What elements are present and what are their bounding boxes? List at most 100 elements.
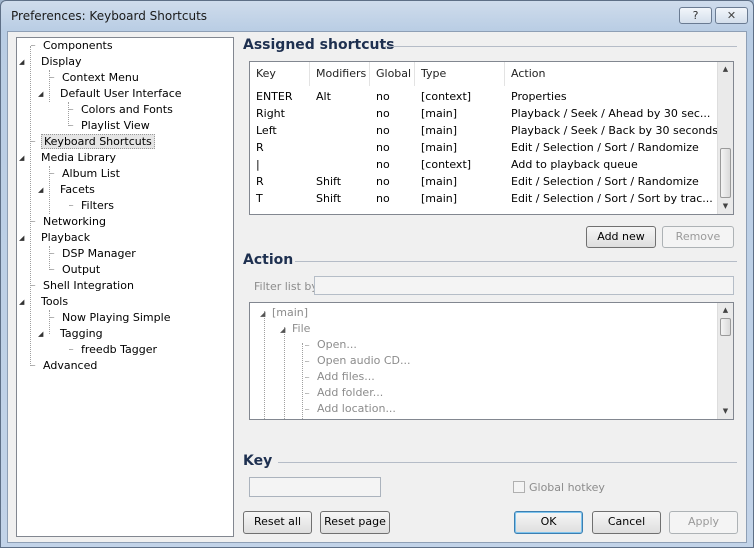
tree-item-playback[interactable]: ◢ Playback xyxy=(19,230,92,246)
tree-item-label: Album List xyxy=(62,167,120,180)
reset-all-button[interactable]: Reset all xyxy=(243,511,312,534)
cell-action: Edit / Selection / Sort / Sort by trac..… xyxy=(511,192,713,205)
table-row[interactable]: ENTER Alt no [context] Properties xyxy=(250,88,718,105)
key-heading: Key xyxy=(243,453,273,469)
tree-item-tools[interactable]: ◢ Tools xyxy=(19,294,70,310)
assigned-shortcuts-heading: Assigned shortcuts xyxy=(243,37,395,53)
scroll-up-arrow-icon[interactable]: ▲ xyxy=(718,303,733,317)
key-input[interactable] xyxy=(249,477,381,497)
tree-item-tagging[interactable]: ◢ Tagging xyxy=(38,326,105,342)
cancel-button[interactable]: Cancel xyxy=(592,511,661,534)
tree-item-keyboard-shortcuts[interactable]: ┈ Keyboard Shortcuts xyxy=(31,134,155,150)
action-heading: Action xyxy=(243,252,294,268)
tree-item-media-library[interactable]: ◢ Media Library xyxy=(19,150,118,166)
action-item-open-audio-cd[interactable]: ┈ Open audio CD... xyxy=(305,353,411,369)
tree-item-playlist-view[interactable]: ┈ Playlist View xyxy=(69,118,152,134)
section-divider xyxy=(385,46,737,47)
cell-action: Playback / Seek / Back by 30 seconds xyxy=(511,124,718,137)
reset-page-button[interactable]: Reset page xyxy=(320,511,390,534)
collapse-arrow-icon[interactable]: ◢ xyxy=(38,86,48,102)
tree-item-context-menu[interactable]: ┈ Context Menu xyxy=(50,70,141,86)
add-new-button[interactable]: Add new xyxy=(586,226,656,248)
tree-item-display[interactable]: ◢ Display xyxy=(19,54,84,70)
action-item-open[interactable]: ┈ Open... xyxy=(305,337,357,353)
tree-item-facets[interactable]: ◢ Facets xyxy=(38,182,97,198)
collapse-arrow-icon[interactable]: ◢ xyxy=(19,294,29,310)
cell-action: Playback / Seek / Ahead by 30 sec... xyxy=(511,107,711,120)
action-item-label: Add files... xyxy=(317,370,375,383)
tree-item-output[interactable]: ┈ Output xyxy=(50,262,102,278)
cell-key: | xyxy=(256,158,260,171)
tree-item-shell-integration[interactable]: ┈ Shell Integration xyxy=(31,278,136,294)
checkbox-icon[interactable] xyxy=(513,481,525,493)
preferences-tree[interactable]: ┈ Components ◢ Display ┈ Context Menu ◢ Defa… xyxy=(16,37,234,537)
close-button[interactable]: ✕ xyxy=(715,7,748,24)
cell-global: no xyxy=(376,158,390,171)
tree-item-advanced[interactable]: ┈ Advanced xyxy=(31,358,99,374)
tree-item-label: Display xyxy=(41,55,82,68)
tree-branch: ┈ xyxy=(305,358,310,366)
collapse-arrow-icon[interactable]: ◢ xyxy=(19,150,29,166)
collapse-arrow-icon[interactable]: ◢ xyxy=(38,182,48,198)
tree-item-networking[interactable]: ┈ Networking xyxy=(31,214,108,230)
action-item-add-files[interactable]: ┈ Add files... xyxy=(305,369,375,385)
tree-branch: ┈ xyxy=(305,406,310,414)
column-header-modifiers[interactable]: Modifiers xyxy=(310,62,370,86)
column-header-global[interactable]: Global xyxy=(370,62,415,86)
tree-item-colors-and-fonts[interactable]: ┈ Colors and Fonts xyxy=(69,102,175,118)
action-item-main[interactable]: ◢ [main] xyxy=(260,305,308,321)
tree-item-label: Default User Interface xyxy=(60,87,182,100)
scroll-up-arrow-icon[interactable]: ▲ xyxy=(718,62,733,76)
global-hotkey-checkbox[interactable]: Global hotkey xyxy=(513,481,605,495)
collapse-arrow-icon[interactable]: ◢ xyxy=(280,322,292,338)
action-item-label: File xyxy=(292,322,311,335)
cell-action: Edit / Selection / Sort / Randomize xyxy=(511,175,699,188)
table-row[interactable]: T Shift no [main] Edit / Selection / Sor… xyxy=(250,190,718,207)
action-item-label: Add location... xyxy=(317,402,396,415)
cell-modifiers xyxy=(310,139,370,156)
cell-type: [context] xyxy=(421,90,472,103)
action-item-label: Open audio CD... xyxy=(317,354,411,367)
help-button[interactable]: ? xyxy=(679,7,712,24)
cell-type: [main] xyxy=(421,192,458,205)
tree-item-album-list[interactable]: ┈ Album List xyxy=(50,166,122,182)
shortcut-list-scrollbar[interactable]: ▲ ▼ xyxy=(717,62,733,214)
collapse-arrow-icon[interactable]: ◢ xyxy=(260,306,272,322)
action-item-add-folder[interactable]: ┈ Add folder... xyxy=(305,385,383,401)
tree-item-freedb-tagger[interactable]: ┈ freedb Tagger xyxy=(69,342,159,358)
ok-button[interactable]: OK xyxy=(514,511,583,534)
tree-item-dsp-manager[interactable]: ┈ DSP Manager xyxy=(50,246,138,262)
table-row[interactable]: R no [main] Edit / Selection / Sort / Ra… xyxy=(250,139,718,156)
scrollbar-thumb[interactable] xyxy=(720,148,731,198)
scroll-down-arrow-icon[interactable]: ▼ xyxy=(718,199,733,213)
table-row[interactable]: | no [context] Add to playback queue xyxy=(250,156,718,173)
collapse-arrow-icon[interactable]: ◢ xyxy=(38,326,48,342)
column-header-type[interactable]: Type xyxy=(415,62,505,86)
cell-type: [main] xyxy=(421,175,458,188)
tree-item-label: Advanced xyxy=(43,359,98,372)
table-row[interactable]: Left no [main] Playback / Seek / Back by… xyxy=(250,122,718,139)
cell-modifiers: Shift xyxy=(316,192,342,205)
collapse-arrow-icon[interactable]: ◢ xyxy=(19,54,29,70)
action-item-add-location[interactable]: ┈ Add location... xyxy=(305,401,396,417)
tree-item-components[interactable]: ┈ Components xyxy=(31,38,115,54)
cell-key: Left xyxy=(256,124,277,137)
column-header-action[interactable]: Action xyxy=(505,62,718,86)
tree-item-filters[interactable]: ┈ Filters xyxy=(69,198,116,214)
scrollbar-thumb[interactable] xyxy=(720,318,731,336)
tree-item-default-user-interface[interactable]: ◢ Default User Interface xyxy=(38,86,184,102)
remove-button[interactable]: Remove xyxy=(662,226,734,248)
column-header-key[interactable]: Key xyxy=(250,62,310,86)
tree-item-now-playing-simple[interactable]: ┈ Now Playing Simple xyxy=(50,310,172,326)
title-bar[interactable]: Preferences: Keyboard Shortcuts ? ✕ xyxy=(1,1,753,31)
action-tree[interactable]: ◢ [main] ◢ File ┈ Open... ┈ Open audio CD...… xyxy=(249,302,734,420)
collapse-arrow-icon[interactable]: ◢ xyxy=(19,230,29,246)
filter-input[interactable] xyxy=(314,276,734,295)
cell-key: Right xyxy=(256,107,285,120)
action-tree-scrollbar[interactable]: ▲ ▼ xyxy=(717,303,733,419)
scroll-down-arrow-icon[interactable]: ▼ xyxy=(718,404,733,418)
apply-button[interactable]: Apply xyxy=(669,511,738,534)
action-item-file[interactable]: ◢ File xyxy=(280,321,310,337)
table-row[interactable]: Right no [main] Playback / Seek / Ahead … xyxy=(250,105,718,122)
table-row[interactable]: R Shift no [main] Edit / Selection / Sor… xyxy=(250,173,718,190)
